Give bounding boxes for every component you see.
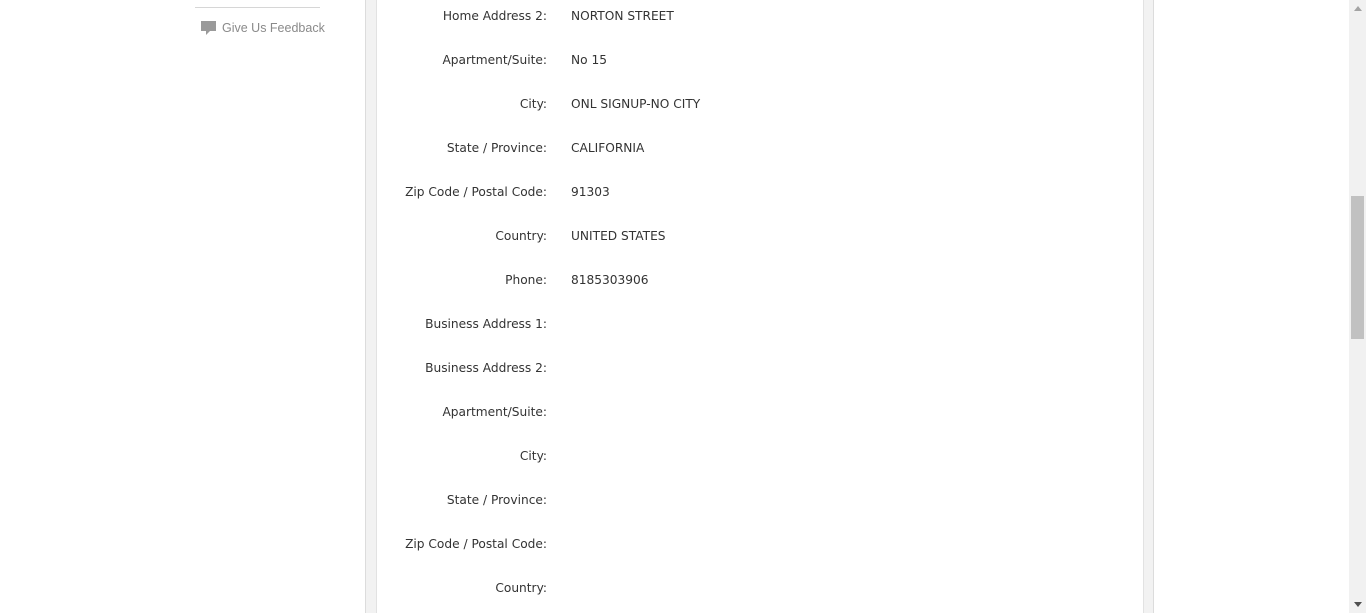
field-row-business-zip-code: Zip Code / Postal Code: [376,523,1144,567]
field-row-country: Country: UNITED STATES [376,215,1144,259]
field-value: No 15 [571,53,607,67]
field-label: City: [519,449,547,463]
field-value: CALIFORNIA [571,141,645,155]
scroll-up-arrow-icon[interactable] [1349,0,1366,17]
field-label: Country: [495,581,547,595]
speech-bubble-icon [200,20,217,36]
field-label: Phone: [505,273,547,287]
field-row-zip-code: Zip Code / Postal Code: 91303 [376,171,1144,215]
field-row-business-country: Country: [376,567,1144,611]
field-label: City: [519,97,547,111]
field-value: UNITED STATES [571,229,666,243]
field-label: Business Address 1: [425,317,547,331]
field-row-city: City: ONL SIGNUP-NO CITY [376,83,1144,127]
field-label: Home Address 2: [442,9,547,23]
field-value: NORTON STREET [571,9,674,23]
field-row-business-address-2: Business Address 2: [376,347,1144,391]
field-row-apartment-suite: Apartment/Suite: No 15 [376,39,1144,83]
field-row-business-apartment-suite: Apartment/Suite: [376,391,1144,435]
field-row-business-address-1: Business Address 1: [376,303,1144,347]
field-label: Country: [495,229,547,243]
field-label: Zip Code / Postal Code: [405,537,547,551]
field-label: Apartment/Suite: [442,405,547,419]
give-feedback-link[interactable]: Give Us Feedback [200,18,325,38]
sidebar-divider [195,7,320,8]
field-value: 91303 [571,185,610,199]
field-row-state-province: State / Province: CALIFORNIA [376,127,1144,171]
field-row-business-city: City: [376,435,1144,479]
field-label: State / Province: [446,493,547,507]
field-label: Zip Code / Postal Code: [405,185,547,199]
field-row-phone: Phone: 8185303906 [376,259,1144,303]
field-value: 8185303906 [571,273,649,287]
field-row-business-state-province: State / Province: [376,479,1144,523]
profile-fields-list: Home Address 2: NORTON STREET Apartment/… [376,0,1144,611]
field-label: Business Address 2: [425,361,547,375]
field-row-home-address-2: Home Address 2: NORTON STREET [376,0,1144,39]
field-label: Apartment/Suite: [442,53,547,67]
field-value: ONL SIGNUP-NO CITY [571,97,701,111]
scroll-down-arrow-icon[interactable] [1349,596,1366,613]
page-scrollbar-thumb[interactable] [1351,196,1364,339]
field-label: State / Province: [446,141,547,155]
give-feedback-label: Give Us Feedback [222,21,325,35]
